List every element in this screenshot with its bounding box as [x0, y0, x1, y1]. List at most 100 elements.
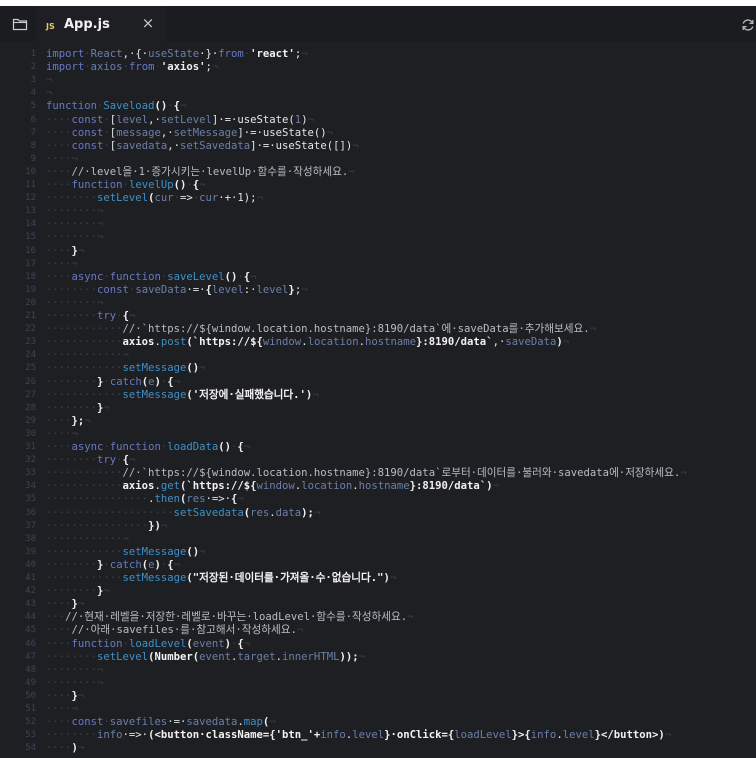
code-text: ····}¬ — [46, 245, 84, 257]
code-token: ]·=·useState( — [211, 113, 295, 126]
refresh-icon[interactable] — [740, 17, 756, 33]
code-token: loadLevel — [128, 637, 187, 650]
close-icon[interactable]: × — [140, 15, 156, 31]
line-number: 36 — [25, 507, 36, 518]
code-token: => — [179, 192, 193, 205]
code-text: ····const·[savedata,·setSavedata]·=·useS… — [46, 140, 359, 152]
line-number: 14 — [25, 219, 36, 230]
code-token: setLevel — [97, 650, 149, 663]
code-token: :· — [243, 283, 257, 296]
line-number: 41 — [25, 573, 36, 583]
code-token: ¬ — [160, 519, 168, 532]
code-token: 'axios' — [160, 61, 206, 74]
code-token: ¬ — [301, 48, 308, 60]
code-token: Saveload — [103, 100, 155, 113]
code-text: ····//·level을·1·증가시키는·levelUp·함수를·작성하세요.… — [46, 166, 355, 178]
code-token: }>{ — [511, 729, 531, 742]
code-token: res — [250, 506, 270, 519]
line-number: 8 — [30, 140, 36, 151]
code-token: try — [97, 310, 117, 322]
code-editor-window: JS App.js × 1 import·React,·{·useState·}·… — [0, 6, 756, 758]
code-token: level — [562, 729, 595, 742]
code-token: ¬ — [243, 637, 251, 650]
code-token: ¬ — [199, 179, 206, 191]
line-number: 30 — [25, 428, 36, 439]
line-number: 24 — [25, 350, 36, 361]
code-text: ············setMessage('저장에·실패했습니다.')¬ — [46, 389, 319, 401]
code-token: `https://${ — [186, 480, 257, 493]
code-token: const — [71, 126, 104, 139]
code-token: ················ — [46, 493, 149, 506]
code-token: info — [530, 729, 557, 742]
code-token: ············ — [46, 545, 123, 558]
code-token: (<button·className={'btn_'+ — [148, 729, 321, 742]
code-token: ¬ — [492, 480, 499, 493]
code-token: ···· — [46, 598, 72, 611]
code-token: ¬ — [313, 506, 321, 519]
line-number: 16 — [25, 245, 36, 256]
code-token: const — [97, 283, 129, 296]
code-text: ····················setSavedata(res.data… — [46, 507, 320, 519]
code-token: location — [307, 336, 359, 349]
code-token: post — [160, 336, 187, 349]
code-token: ····¬ — [46, 703, 78, 715]
code-token: ············ — [46, 323, 123, 336]
tab-app-js[interactable]: JS App.js × — [36, 6, 166, 42]
code-token: function — [71, 179, 123, 191]
code-token: function — [46, 100, 98, 113]
code-token: ¬ — [664, 729, 672, 742]
code-token: setLevel — [160, 113, 212, 126]
code-token: () — [173, 179, 187, 191]
code-text: ········const·saveData·=·{level:·level};… — [46, 284, 308, 296]
code-token: ········ — [46, 192, 98, 205]
code-token: ·}· — [199, 48, 219, 60]
code-token: ···· — [46, 637, 72, 650]
code-token: setLevel — [97, 192, 149, 205]
code-text: ····const·[level,·setLevel]·=·useState(1… — [46, 114, 314, 126]
code-token: }:8190/data` — [416, 336, 493, 349]
code-token: ¬ — [103, 585, 110, 598]
code-token: `https://${ — [192, 336, 263, 349]
code-token: ········ — [46, 401, 98, 414]
code-token: ,·{· — [122, 48, 149, 60]
code-token: axios — [122, 336, 155, 349]
code-area[interactable]: 1 import·React,·{·useState·}·from·'react'… — [0, 48, 756, 758]
code-token: ············ — [46, 388, 123, 401]
code-token: event — [199, 650, 231, 663]
code-token: map — [243, 716, 263, 729]
code-text: ················.then(res·=>·{¬ — [46, 493, 244, 505]
code-token: }</button>) — [594, 729, 665, 742]
line-number: 13 — [25, 206, 36, 217]
code-text: ····const·savefiles·=·savedata.map(¬ — [46, 716, 276, 728]
code-token: ················ — [46, 519, 149, 532]
line-number: 9 — [30, 153, 36, 164]
code-token: ¬ — [389, 572, 397, 584]
code-token: React — [90, 48, 123, 60]
line-number: 39 — [25, 546, 36, 557]
line-number: 49 — [25, 677, 36, 688]
code-text: ¬ — [46, 74, 52, 86]
code-text: ····¬ — [46, 428, 78, 440]
code-token: }·onClick={ — [384, 729, 455, 742]
line-number: 10 — [25, 166, 36, 177]
code-token: ···· — [46, 414, 72, 427]
folder-icon[interactable] — [12, 16, 28, 32]
code-token: level — [116, 113, 149, 126]
code-token: ("저장된·데이터를·가져올·수·없습니다.") — [186, 572, 390, 584]
code-token: ,· — [160, 126, 174, 139]
js-file-icon: JS — [46, 22, 55, 31]
line-number: 45 — [25, 625, 36, 636]
line-number: 12 — [25, 193, 36, 204]
line-number: 15 — [25, 232, 36, 243]
code-token: catch — [109, 558, 142, 571]
code-token: ········ — [46, 375, 98, 388]
code-text: ········¬ — [46, 205, 103, 217]
code-text: import·React,·{·useState·}·from·'react';… — [46, 48, 308, 60]
line-number: 7 — [30, 127, 36, 138]
code-token: ·=· — [186, 283, 206, 296]
code-token: ···· — [46, 113, 72, 126]
code-token: ¬ — [250, 270, 257, 283]
code-token: ,· — [167, 139, 180, 152]
code-token: () — [224, 270, 238, 283]
code-token: saveData — [505, 336, 557, 349]
